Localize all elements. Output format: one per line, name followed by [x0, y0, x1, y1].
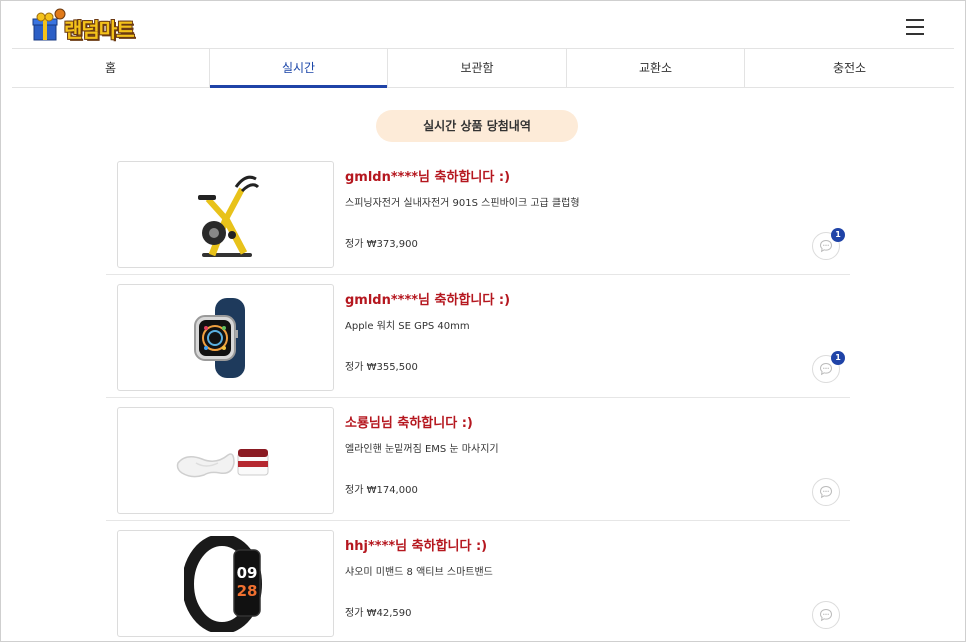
product-price: 정가 ₩373,900: [345, 239, 418, 250]
winner-text: 소룡님님 축하합니다 :): [345, 416, 473, 431]
product-price: 정가 ₩42,590: [345, 608, 412, 619]
list-item[interactable]: gmldn****님 축하합니다 :) 스피닝자전거 실내자전거 901S 스핀…: [106, 152, 850, 275]
product-price: 정가 ₩174,000: [345, 485, 418, 496]
eye-massager-image: [176, 448, 268, 477]
header: 랜덤마트: [12, 0, 954, 48]
band-screen-hour: 09: [236, 564, 257, 582]
comment-button[interactable]: [812, 601, 840, 629]
product-name: 엘라인핸 눈밑꺼짐 EMS 눈 마사지기: [345, 444, 499, 455]
tab-realtime[interactable]: 실시간: [210, 49, 388, 88]
winner-text: gmldn****님 축하합니다 :): [345, 293, 511, 308]
chat-bubble-icon: [819, 485, 833, 499]
chat-bubble-icon: [819, 362, 833, 376]
winner-list: gmldn****님 축하합니다 :) 스피닝자전거 실내자전거 901S 스핀…: [106, 152, 850, 642]
tab-bar: 홈 실시간 보관함 교환소 충전소: [12, 48, 954, 88]
tab-home[interactable]: 홈: [12, 49, 210, 87]
product-image: [117, 161, 334, 268]
list-item[interactable]: gmldn****님 축하합니다 :) Apple 워치 SE GPS 40mm…: [106, 275, 850, 398]
tab-charge[interactable]: 충전소: [745, 49, 954, 87]
list-item[interactable]: 09 28 hhj****님 축하합니다 :) 샤오미 미밴드 8 액티브 스마…: [106, 521, 850, 642]
tab-exchange[interactable]: 교환소: [567, 49, 745, 87]
product-price: 정가 ₩355,500: [345, 362, 418, 373]
chat-bubble-icon: [819, 239, 833, 253]
product-name: 샤오미 미밴드 8 액티브 스마트밴드: [345, 567, 493, 578]
logo-text: 랜덤마트: [64, 18, 135, 42]
comment-button[interactable]: [812, 478, 840, 506]
winner-text: hhj****님 축하합니다 :): [345, 539, 488, 554]
comment-count-badge: 1: [831, 351, 845, 365]
comment-count-badge: 1: [831, 228, 845, 242]
tab-storage[interactable]: 보관함: [388, 49, 567, 87]
hamburger-menu-icon[interactable]: [906, 19, 924, 35]
section-title-pill: 실시간 상품 당첨내역: [376, 110, 578, 142]
smart-band-image: 09 28: [183, 535, 262, 632]
spin-bike-image: [197, 175, 259, 257]
product-image: 09 28: [117, 530, 334, 637]
logo[interactable]: 랜덤마트: [32, 8, 152, 44]
list-item[interactable]: 소룡님님 축하합니다 :) 엘라인핸 눈밑꺼짐 EMS 눈 마사지기 정가 ₩1…: [106, 398, 850, 521]
apple-watch-image: [193, 297, 245, 378]
band-screen-minute: 28: [236, 582, 257, 600]
product-image: [117, 407, 334, 514]
product-image: [117, 284, 334, 391]
product-name: 스피닝자전거 실내자전거 901S 스핀바이크 고급 클럽형: [345, 198, 580, 209]
product-name: Apple 워치 SE GPS 40mm: [345, 321, 470, 332]
winner-text: gmldn****님 축하합니다 :): [345, 170, 511, 185]
chat-bubble-icon: [819, 608, 833, 622]
